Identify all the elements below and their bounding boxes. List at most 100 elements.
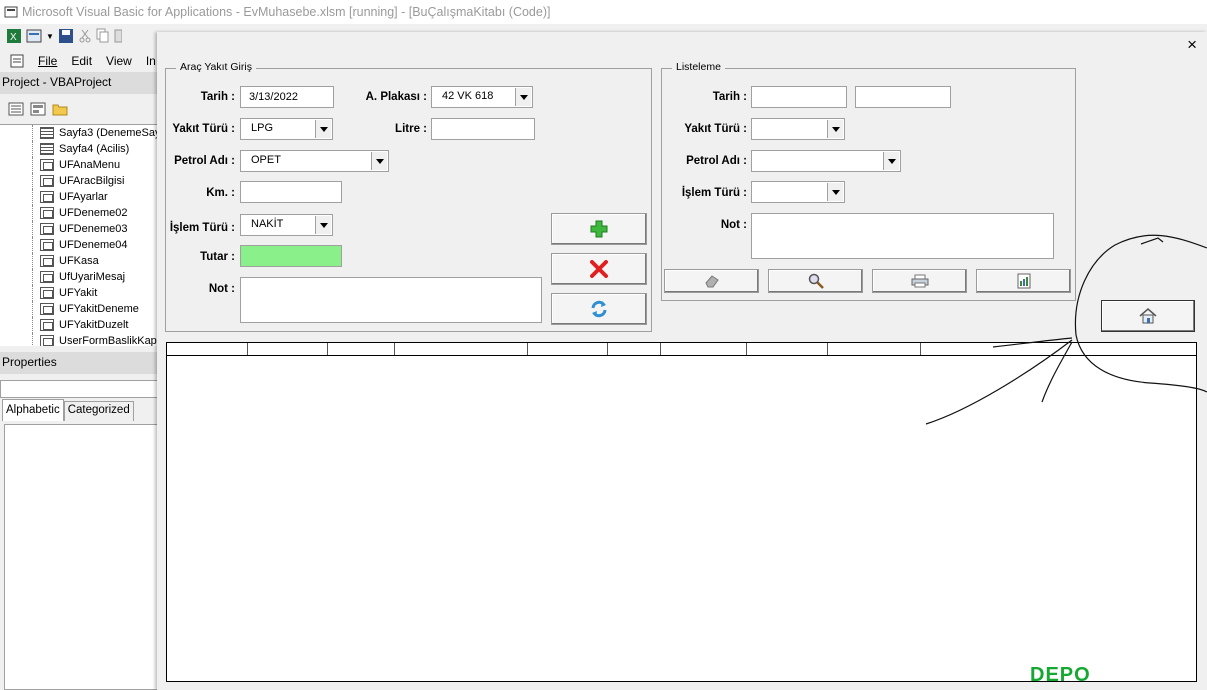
tree-item[interactable]: UFAyarlar bbox=[0, 189, 160, 205]
userform-icon bbox=[40, 207, 54, 219]
tree-item[interactable]: UFKasa bbox=[0, 253, 160, 269]
listview-column[interactable] bbox=[661, 343, 747, 355]
islem-value: NAKİT bbox=[251, 218, 284, 230]
km-label: Km. : bbox=[206, 187, 235, 199]
userform-icon bbox=[40, 255, 54, 267]
insert-userform-icon[interactable] bbox=[26, 28, 42, 44]
listview-column[interactable] bbox=[395, 343, 528, 355]
yakit-userform: × Araç Yakıt Giriş Tarih : 3/13/2022 A. … bbox=[157, 32, 1207, 690]
clear-button[interactable] bbox=[664, 269, 759, 293]
chevron-down-icon[interactable]: ▼ bbox=[46, 32, 54, 41]
userform-icon bbox=[40, 319, 54, 331]
eraser-icon bbox=[704, 275, 719, 288]
listview-column[interactable] bbox=[747, 343, 828, 355]
tree-item-label: Sayfa3 (DenemeSay bbox=[59, 127, 160, 139]
chevron-down-icon[interactable] bbox=[315, 216, 331, 234]
menu-edit[interactable]: Edit bbox=[71, 54, 92, 68]
listview-column[interactable] bbox=[528, 343, 608, 355]
view-code-icon[interactable] bbox=[8, 102, 24, 116]
litre-input[interactable] bbox=[431, 118, 535, 140]
listview-column[interactable] bbox=[248, 343, 328, 355]
ide-toolbar: X ▼ bbox=[0, 24, 160, 48]
properties-object-combo[interactable] bbox=[0, 380, 160, 398]
listview-column[interactable] bbox=[828, 343, 921, 355]
tab-categorized[interactable]: Categorized bbox=[63, 401, 134, 421]
tree-item[interactable]: UFDeneme02 bbox=[0, 205, 160, 221]
tree-item[interactable]: UFDeneme03 bbox=[0, 221, 160, 237]
list-petrol-combo[interactable] bbox=[751, 150, 901, 172]
home-button[interactable] bbox=[1101, 300, 1195, 332]
list-islem-combo[interactable] bbox=[751, 181, 845, 203]
tab-alphabetic[interactable]: Alphabetic bbox=[2, 399, 64, 421]
tree-item[interactable]: UFAracBilgisi bbox=[0, 173, 160, 189]
svg-text:X: X bbox=[10, 32, 17, 43]
list-frame-title: Listeleme bbox=[672, 61, 725, 73]
userform-icon bbox=[40, 271, 54, 283]
chevron-down-icon[interactable] bbox=[827, 120, 843, 138]
listview-header[interactable] bbox=[166, 342, 1197, 356]
close-icon[interactable]: × bbox=[1187, 36, 1197, 53]
tutar-label: Tutar : bbox=[200, 251, 235, 263]
plaka-combo[interactable]: 42 VK 618 bbox=[431, 86, 533, 108]
add-button[interactable] bbox=[551, 213, 647, 245]
list-tarih-start-input[interactable] bbox=[751, 86, 847, 108]
delete-button[interactable] bbox=[551, 253, 647, 285]
petrol-combo[interactable]: OPET bbox=[240, 150, 389, 172]
tree-item[interactable]: UFAnaMenu bbox=[0, 157, 160, 173]
list-petrol-label: Petrol Adı : bbox=[686, 155, 747, 167]
islem-label: İşlem Türü : bbox=[169, 222, 235, 234]
tree-item-label: UFDeneme04 bbox=[59, 239, 128, 251]
menu-insert[interactable]: In bbox=[146, 54, 156, 68]
chevron-down-icon[interactable] bbox=[883, 152, 899, 170]
tarih-input[interactable]: 3/13/2022 bbox=[240, 86, 334, 108]
paste-icon[interactable] bbox=[114, 28, 122, 44]
userform-icon bbox=[40, 175, 54, 187]
properties-grid[interactable] bbox=[4, 424, 160, 690]
tree-item-label: UfUyariMesaj bbox=[59, 271, 126, 283]
view-object-icon[interactable] bbox=[30, 102, 46, 116]
listview-body[interactable] bbox=[166, 356, 1197, 682]
yakit-value: LPG bbox=[251, 122, 274, 134]
search-button[interactable] bbox=[768, 269, 863, 293]
tutar-input[interactable] bbox=[240, 245, 342, 267]
excel-export-button[interactable] bbox=[976, 269, 1071, 293]
copy-icon[interactable] bbox=[96, 28, 110, 44]
tree-item[interactable]: UFYakitDuzelt bbox=[0, 317, 160, 333]
km-input[interactable] bbox=[240, 181, 342, 203]
listview-column[interactable] bbox=[167, 343, 248, 355]
chevron-down-icon[interactable] bbox=[827, 183, 843, 201]
toggle-folders-icon[interactable] bbox=[52, 102, 68, 116]
tree-item-label: UFDeneme03 bbox=[59, 223, 128, 235]
yakit-combo[interactable]: LPG bbox=[240, 118, 333, 140]
listview-column[interactable] bbox=[328, 343, 395, 355]
userform-icon bbox=[40, 287, 54, 299]
excel-view-icon[interactable]: X bbox=[6, 28, 22, 44]
chevron-down-icon[interactable] bbox=[371, 152, 387, 170]
islem-combo[interactable]: NAKİT bbox=[240, 214, 333, 236]
list-tarih-end-input[interactable] bbox=[855, 86, 951, 108]
tree-item-label: UFAracBilgisi bbox=[59, 175, 125, 187]
ide-title-bar: Microsoft Visual Basic for Applications … bbox=[0, 0, 1207, 24]
listview-column[interactable] bbox=[608, 343, 661, 355]
tree-item[interactable]: UFYakit bbox=[0, 285, 160, 301]
refresh-button[interactable] bbox=[551, 293, 647, 325]
tree-item[interactable]: UfUyariMesaj bbox=[0, 269, 160, 285]
home-icon bbox=[1139, 308, 1157, 324]
tree-item[interactable]: UserFormBaslikKapa bbox=[0, 333, 160, 346]
print-button[interactable] bbox=[872, 269, 967, 293]
list-not-textarea[interactable] bbox=[751, 213, 1054, 259]
cut-icon[interactable] bbox=[78, 28, 92, 44]
ide-title-text: Microsoft Visual Basic for Applications … bbox=[22, 5, 551, 19]
menu-file[interactable]: File bbox=[38, 54, 57, 68]
chevron-down-icon[interactable] bbox=[315, 120, 331, 138]
menu-view[interactable]: View bbox=[106, 54, 132, 68]
tree-item[interactable]: UFYakitDeneme bbox=[0, 301, 160, 317]
tree-item[interactable]: Sayfa4 (Acilis) bbox=[0, 141, 160, 157]
tree-item[interactable]: UFDeneme04 bbox=[0, 237, 160, 253]
petrol-value: OPET bbox=[251, 154, 281, 166]
list-yakit-combo[interactable] bbox=[751, 118, 845, 140]
tree-item[interactable]: Sayfa3 (DenemeSay bbox=[0, 125, 160, 141]
chevron-down-icon[interactable] bbox=[515, 88, 531, 106]
not-textarea[interactable] bbox=[240, 277, 542, 323]
save-icon[interactable] bbox=[58, 28, 74, 44]
